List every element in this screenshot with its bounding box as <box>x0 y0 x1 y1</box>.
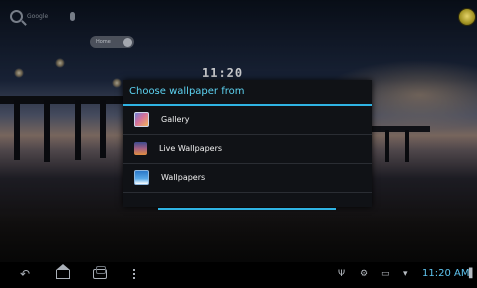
system-bar: ↶ Ψ ⚙ ▭ ▾ 11:20 AM ▌ <box>0 262 477 288</box>
gallery-icon <box>134 112 149 127</box>
toggle-knob <box>123 37 132 47</box>
option-live-wallpapers[interactable]: Live Wallpapers <box>123 135 372 164</box>
menu-icon[interactable] <box>133 269 137 279</box>
option-gallery[interactable]: Gallery <box>123 106 372 135</box>
option-label: Gallery <box>161 115 190 124</box>
status-time[interactable]: 11:20 AM <box>422 267 469 281</box>
battery-icon[interactable]: ▌ <box>469 268 476 280</box>
live-wallpapers-icon <box>134 142 147 155</box>
back-icon[interactable]: ↶ <box>18 268 32 280</box>
all-apps-icon[interactable] <box>458 8 476 26</box>
option-label: Wallpapers <box>161 173 206 182</box>
wallpaper-chooser-dialog: Choose wallpaper from Gallery Live Wallp… <box>123 80 372 210</box>
option-wallpapers[interactable]: Wallpapers <box>123 164 372 193</box>
google-search-bar[interactable]: Google <box>10 8 76 24</box>
wifi-icon[interactable]: ▾ <box>403 268 408 280</box>
clock-widget: 11:20 <box>202 66 244 80</box>
home-widget-label: Home <box>96 39 111 45</box>
search-icon <box>10 9 23 23</box>
dialog-bottom-accent <box>158 208 336 210</box>
wallpapers-icon <box>134 170 149 185</box>
home-icon[interactable] <box>56 264 70 279</box>
recent-apps-icon[interactable] <box>93 266 107 279</box>
home-widget[interactable]: Home <box>90 36 134 48</box>
settings-icon[interactable]: ⚙ <box>360 268 368 280</box>
microphone-icon[interactable] <box>70 11 76 21</box>
search-label: Google <box>27 12 49 20</box>
screenshot-icon[interactable]: ▭ <box>381 268 390 280</box>
dialog-title: Choose wallpaper from <box>129 86 245 97</box>
option-label: Live Wallpapers <box>159 144 223 153</box>
usb-icon[interactable]: Ψ <box>338 268 345 280</box>
